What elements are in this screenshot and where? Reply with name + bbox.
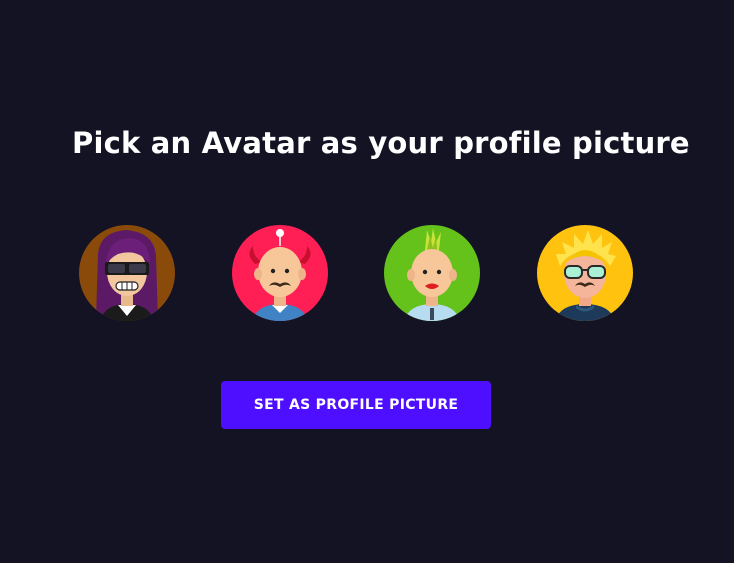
avatar-woman-sunglasses-icon [79, 225, 175, 321]
set-profile-picture-button[interactable]: SET AS PROFILE PICTURE [221, 381, 491, 429]
avatar-option-2[interactable] [231, 224, 329, 322]
avatar-option-1[interactable] [78, 224, 176, 322]
avatar-man-horns-icon [232, 225, 328, 321]
avatar-option-3[interactable] [383, 224, 481, 322]
avatar-list [0, 224, 734, 324]
page-title: Pick an Avatar as your profile picture [72, 126, 690, 160]
avatar-woman-mohawk-icon [384, 225, 480, 321]
avatar-option-4[interactable] [536, 224, 634, 322]
avatar-man-blonde-glasses-icon [537, 225, 633, 321]
